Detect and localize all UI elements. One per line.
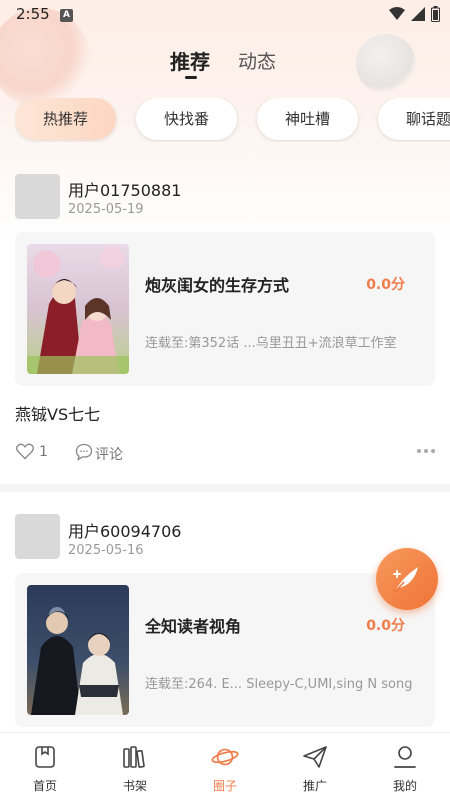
avatar[interactable]: [15, 174, 60, 219]
profile-icon: [391, 743, 419, 771]
nav-profile[interactable]: 我的: [360, 733, 450, 800]
home-icon: [31, 743, 59, 771]
comment-button-label[interactable]: 评论: [95, 444, 123, 464]
nav-label: 书架: [122, 779, 147, 793]
category-chips: 热推荐 快找番 神吐槽 聊话题: [15, 98, 450, 142]
book-cover[interactable]: [27, 244, 129, 374]
paper-plane-icon: [301, 743, 329, 771]
nav-label: 圈子: [212, 779, 237, 793]
post-actions: 1 评论: [15, 441, 435, 465]
tab-recommend[interactable]: 推荐: [170, 46, 210, 75]
post-date: 2025-05-19: [68, 202, 144, 217]
nav-circle[interactable]: 圈子: [180, 733, 270, 800]
feather-pen-icon: [393, 567, 418, 593]
latest-chapter: 连载至:第352话 ...乌里丑丑+流浪草工作室: [145, 336, 397, 351]
book-card[interactable]: 炮灰闺女的生存方式 0.0分 连载至:第352话 ...乌里丑丑+流浪草工作室: [15, 232, 435, 386]
like-count: 1: [39, 444, 48, 460]
book-card[interactable]: 全知读者视角 0.0分 连载至:264. E... Sleepy-C,UMI,s…: [15, 573, 435, 727]
notification-icon: A: [60, 9, 73, 22]
post-date: 2025-05-16: [68, 543, 144, 558]
avatar[interactable]: [15, 514, 60, 559]
book-cover[interactable]: [27, 585, 129, 715]
latest-chapter: 连载至:264. E... Sleepy-C,UMI,sing N song: [145, 677, 413, 692]
comment-icon[interactable]: [74, 442, 94, 462]
nav-label: 我的: [392, 779, 417, 793]
username[interactable]: 用户01750881: [68, 177, 181, 201]
wifi-icon: [389, 7, 405, 20]
post-divider: [0, 484, 450, 492]
bookshelf-icon: [121, 743, 149, 771]
book-title: 全知读者视角: [145, 617, 242, 636]
more-options-icon[interactable]: [417, 449, 435, 453]
planet-icon: [211, 743, 239, 771]
signal-icon: [411, 7, 425, 21]
compose-button[interactable]: [376, 548, 438, 610]
nav-label: 首页: [32, 779, 57, 793]
chip-roast[interactable]: 神吐槽: [257, 98, 359, 140]
chip-hot-recommend[interactable]: 热推荐: [15, 98, 117, 140]
nav-home[interactable]: 首页: [0, 733, 90, 800]
battery-icon: [431, 6, 440, 22]
username[interactable]: 用户60094706: [68, 518, 181, 542]
status-bar: 2:55 A: [0, 0, 450, 30]
book-title: 炮灰闺女的生存方式: [145, 276, 290, 295]
book-score: 0.0分: [366, 277, 405, 293]
post-text: 燕铖VS七七: [15, 405, 101, 424]
tab-feed[interactable]: 动态: [238, 47, 276, 74]
tab-active-indicator: [185, 76, 197, 79]
book-score: 0.0分: [366, 618, 405, 634]
chip-find-anime[interactable]: 快找番: [136, 98, 238, 140]
heart-icon[interactable]: [15, 441, 35, 461]
chip-topics[interactable]: 聊话题: [378, 98, 450, 140]
top-tabs: 推荐 动态: [0, 44, 450, 80]
status-icons: [389, 6, 440, 22]
nav-promote[interactable]: 推广: [270, 733, 360, 800]
status-time: 2:55: [16, 5, 50, 23]
bottom-nav: 首页 书架 圈子 推广 我的: [0, 732, 450, 800]
nav-bookshelf[interactable]: 书架: [90, 733, 180, 800]
nav-label: 推广: [302, 779, 327, 793]
